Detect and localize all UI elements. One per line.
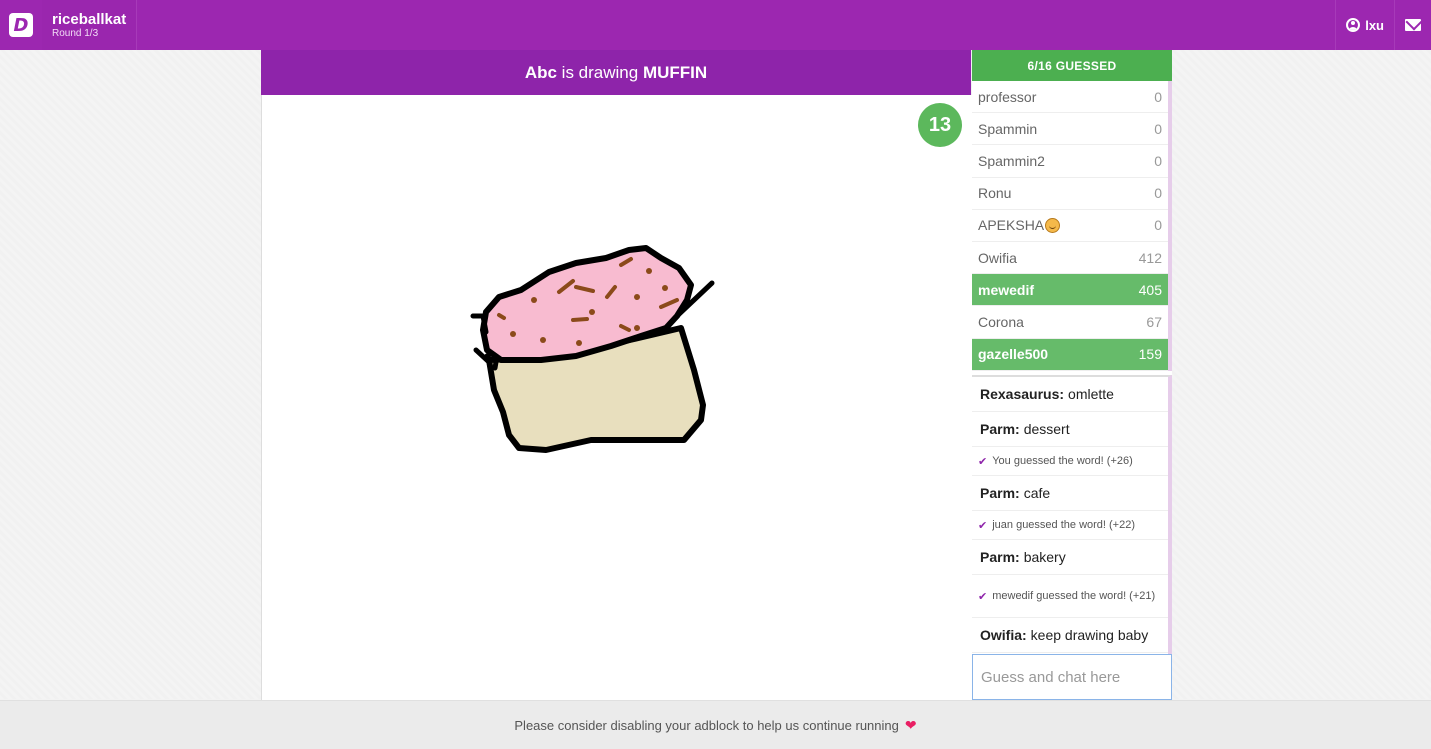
chat-message: Rexasaurus: omlette [972,377,1168,412]
drawer-name: Abc [524,62,557,82]
system-text: juan guessed the word! (+22) [992,519,1136,531]
player-score: 0 [1154,217,1162,234]
chat-message: Parm: bakery [972,540,1168,575]
player-row[interactable]: Spammin2 0 [972,145,1168,178]
chat-username: Owifia: [980,627,1027,643]
round-timer: 13 [918,103,962,147]
player-score: 67 [1146,313,1162,330]
mail-icon [1405,19,1421,31]
player-name: Ronu [978,185,1012,202]
chat-text: dessert [1023,421,1070,437]
drawing-text: is drawing [561,62,639,82]
top-bar: D riceballkat Round 1/3 lxu [0,0,1431,50]
player-name: mewedif [978,281,1035,298]
chat-username: Parm: [980,421,1020,437]
player-name: Corona [978,313,1024,330]
messages-button[interactable] [1394,0,1431,50]
top-right-menu: lxu [1335,0,1431,50]
player-row[interactable]: gazelle500 159 [972,338,1168,371]
check-icon: ✔ [978,519,988,532]
player-name: professor [978,88,1037,105]
player-name: Spammin2 [978,152,1045,169]
player-score: 0 [1154,185,1162,202]
player-score: 159 [1138,346,1162,363]
system-message: ✔ mewedif guessed the word! (+21) [972,575,1168,618]
chat-text: cafe [1023,485,1051,501]
secret-word: MUFFIN [642,62,708,82]
check-icon: ✔ [978,590,988,603]
system-message: ✔ You guessed the word! (+26) [972,447,1168,476]
heart-icon: ❤ [904,716,917,733]
player-row[interactable]: professor 0 [972,81,1168,114]
player-name: APEKSHA [978,217,1045,234]
chat-message: Parm: dessert [972,412,1168,447]
logo[interactable]: D [0,0,42,50]
username: lxu [1365,17,1384,33]
player-name: Spammin [978,120,1038,137]
chat-username: Rexasaurus: [980,386,1065,402]
player-row[interactable]: Owifia 412 [972,242,1168,275]
chat-log[interactable]: Rexasaurus: omlette Parm: dessert ✔ You guess… [972,375,1172,655]
player-score: 405 [1138,281,1162,298]
player-score: 412 [1138,249,1162,266]
chat-username: Parm: [980,485,1020,501]
adblock-notice: Please consider disabling your adblock t… [0,700,1431,749]
user-menu[interactable]: lxu [1335,0,1394,50]
user-icon [1346,18,1361,32]
player-list: professor 0 Spammin 0 Spammin2 0 Ronu 0 APEKSHA 0… [972,81,1172,371]
chat-text: omlette [1068,386,1114,402]
player-row[interactable]: Corona 67 [972,306,1168,339]
player-score: 0 [1154,120,1162,137]
player-row[interactable]: APEKSHA 0 [972,210,1168,242]
guessed-count: 6/16 GUESSED [972,50,1172,81]
chat-username: Parm: [980,549,1020,565]
system-message: ✔ juan guessed the word! (+22) [972,511,1168,540]
smiley-icon [1045,218,1061,234]
logo-icon: D [9,13,33,37]
player-name-wrap: APEKSHA [978,217,1061,234]
chat-text: bakery [1023,549,1066,565]
player-name: gazelle500 [978,346,1049,363]
system-text: mewedif guessed the word! (+21) [992,590,1156,602]
chat-text: keep drawing baby [1030,627,1149,643]
player-row[interactable]: Ronu 0 [972,178,1168,210]
player-score: 0 [1154,152,1162,169]
chat-message: Parm: cafe [972,476,1168,511]
player-row[interactable]: mewedif 405 [972,274,1168,307]
chat-input[interactable] [972,654,1172,700]
check-icon: ✔ [978,455,988,468]
drawing-status: Abc is drawing MUFFIN [261,50,971,95]
room-info: riceballkat Round 1/3 [42,0,138,50]
muffin-drawing [470,245,715,453]
round-indicator: Round 1/3 [52,27,99,39]
sidebar: 6/16 GUESSED professor 0 Spammin 0 Spammin2 0… [972,50,1172,700]
chat-message: Owifia: keep drawing baby [972,618,1168,653]
player-score: 0 [1154,88,1162,105]
room-name: riceballkat [52,10,127,28]
player-name: Owifia [978,249,1017,266]
footer-text: Please consider disabling your adblock t… [514,717,899,733]
drawing-canvas[interactable] [261,95,972,700]
system-text: You guessed the word! (+26) [992,455,1133,467]
player-row[interactable]: Spammin 0 [972,113,1168,146]
